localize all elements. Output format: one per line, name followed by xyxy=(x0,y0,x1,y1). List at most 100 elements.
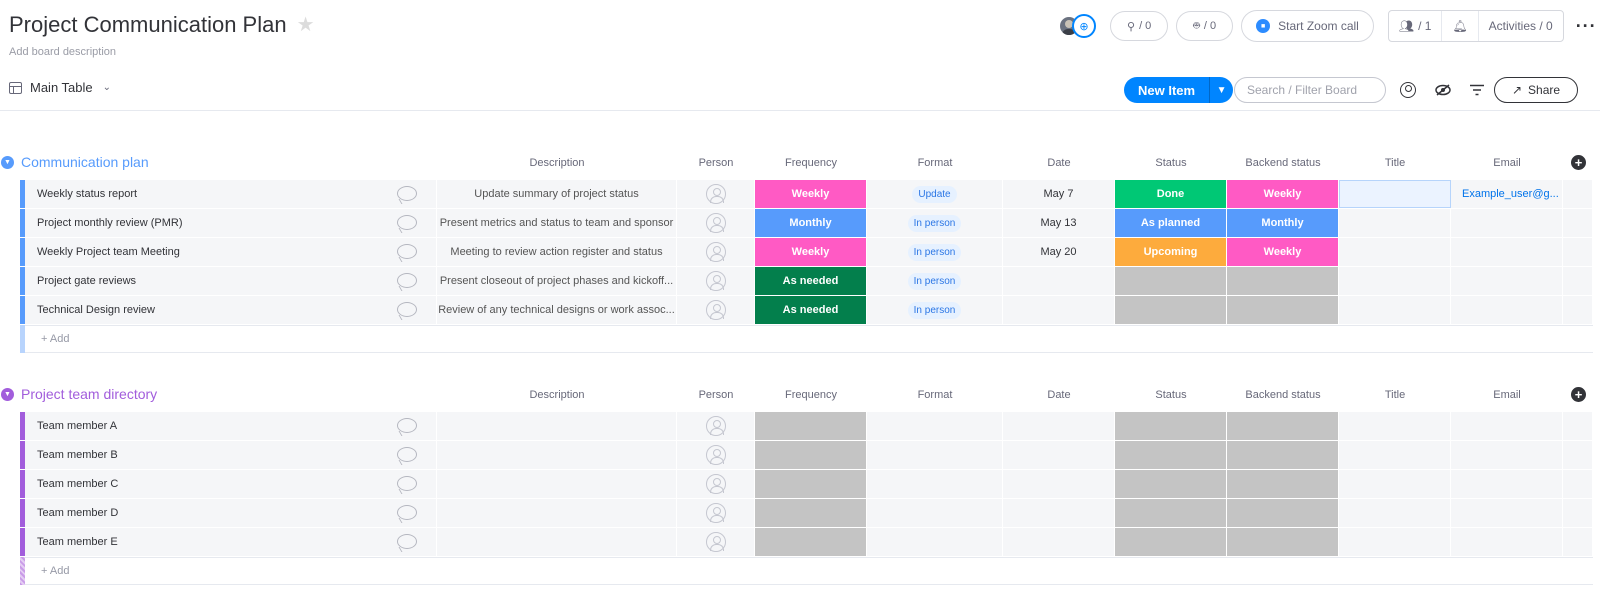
add-item-row[interactable]: + Add xyxy=(0,557,1600,585)
share-button[interactable]: ↗ Share xyxy=(1494,77,1578,103)
backend-status-cell[interactable] xyxy=(1227,296,1339,324)
format-cell[interactable]: In person xyxy=(867,209,1003,237)
format-cell[interactable]: Update xyxy=(867,180,1003,208)
frequency-cell[interactable] xyxy=(755,470,867,498)
status-cell[interactable]: Done xyxy=(1115,180,1227,208)
frequency-cell[interactable] xyxy=(755,528,867,556)
status-cell[interactable] xyxy=(1115,441,1227,469)
title-cell[interactable] xyxy=(1339,296,1451,324)
title-cell[interactable] xyxy=(1339,209,1451,237)
item-name-cell[interactable]: Project gate reviews xyxy=(25,267,437,295)
format-cell[interactable] xyxy=(867,499,1003,527)
column-header-backend-status[interactable]: Backend status xyxy=(1227,157,1339,169)
backend-status-cell[interactable] xyxy=(1227,412,1339,440)
collapse-group-icon[interactable]: ▼ xyxy=(1,388,14,401)
automations-button[interactable]: 🤖︎ / 0 xyxy=(1176,11,1234,41)
item-name-cell[interactable]: Team member D xyxy=(25,499,437,527)
item-name[interactable]: Team member C xyxy=(37,478,118,490)
item-name-cell[interactable]: Team member B xyxy=(25,441,437,469)
item-name[interactable]: Project monthly review (PMR) xyxy=(37,217,182,229)
backend-status-cell[interactable] xyxy=(1227,441,1339,469)
format-cell[interactable]: In person xyxy=(867,267,1003,295)
backend-status-cell[interactable]: Monthly xyxy=(1227,209,1339,237)
column-header-format[interactable]: Format xyxy=(867,157,1003,169)
format-cell[interactable]: In person xyxy=(867,296,1003,324)
collapse-group-icon[interactable]: ▼ xyxy=(1,156,14,169)
add-item-label[interactable]: + Add xyxy=(25,325,1593,353)
backend-status-cell[interactable] xyxy=(1227,470,1339,498)
status-cell[interactable]: As planned xyxy=(1115,209,1227,237)
board-members[interactable]: ⊕ xyxy=(1058,13,1100,39)
view-tab-main-table[interactable]: Main Table ⌄ xyxy=(9,80,111,95)
item-name-cell[interactable]: Team member E xyxy=(25,528,437,556)
column-header-description[interactable]: Description xyxy=(437,389,677,401)
title-cell[interactable] xyxy=(1339,412,1451,440)
status-cell[interactable] xyxy=(1115,267,1227,295)
email-cell[interactable] xyxy=(1451,238,1563,266)
backend-status-cell[interactable]: Weekly xyxy=(1227,238,1339,266)
email-link[interactable]: Example_user@g... xyxy=(1462,188,1559,200)
email-cell[interactable] xyxy=(1451,296,1563,324)
table-row[interactable]: Weekly Project team Meeting Meeting to re… xyxy=(0,238,1600,267)
item-name-cell[interactable]: Weekly Project team Meeting xyxy=(25,238,437,266)
person-placeholder-icon[interactable] xyxy=(705,532,726,552)
status-cell[interactable] xyxy=(1115,412,1227,440)
person-cell[interactable] xyxy=(677,470,755,498)
item-name[interactable]: Team member D xyxy=(37,507,118,519)
table-row[interactable]: Weekly status report Update summary of pr… xyxy=(0,180,1600,209)
column-header-date[interactable]: Date xyxy=(1003,389,1115,401)
column-header-person[interactable]: Person xyxy=(677,389,755,401)
email-cell[interactable] xyxy=(1451,470,1563,498)
email-cell[interactable] xyxy=(1451,441,1563,469)
title-cell[interactable] xyxy=(1339,470,1451,498)
column-header-format[interactable]: Format xyxy=(867,389,1003,401)
person-placeholder-icon[interactable] xyxy=(705,445,726,465)
members-button[interactable]: 👥︎ / 1 xyxy=(1389,11,1442,41)
status-cell[interactable] xyxy=(1115,499,1227,527)
comment-icon[interactable] xyxy=(397,273,417,288)
table-row[interactable]: Technical Design review Review of any tec… xyxy=(0,296,1600,325)
status-cell[interactable] xyxy=(1115,296,1227,324)
item-name[interactable]: Project gate reviews xyxy=(37,275,136,287)
column-header-person[interactable]: Person xyxy=(677,157,755,169)
person-placeholder-icon[interactable] xyxy=(705,474,726,494)
title-cell[interactable] xyxy=(1339,267,1451,295)
frequency-cell[interactable] xyxy=(755,412,867,440)
comment-icon[interactable] xyxy=(397,534,417,549)
person-placeholder-icon[interactable] xyxy=(705,242,726,262)
backend-status-cell[interactable] xyxy=(1227,267,1339,295)
comment-icon[interactable] xyxy=(397,186,417,201)
description-cell[interactable]: Meeting to review action register and st… xyxy=(437,238,677,266)
format-cell[interactable] xyxy=(867,528,1003,556)
table-row[interactable]: Project monthly review (PMR) Present metr… xyxy=(0,209,1600,238)
item-name[interactable]: Weekly status report xyxy=(37,188,137,200)
column-header-status[interactable]: Status xyxy=(1115,157,1227,169)
table-row[interactable]: Team member E xyxy=(0,528,1600,557)
title-cell[interactable] xyxy=(1339,528,1451,556)
person-cell[interactable] xyxy=(677,528,755,556)
comment-icon[interactable] xyxy=(397,418,417,433)
item-name-cell[interactable]: Project monthly review (PMR) xyxy=(25,209,437,237)
new-item-button[interactable]: New Item ▼ xyxy=(1124,77,1234,103)
column-header-email[interactable]: Email xyxy=(1451,157,1563,169)
person-placeholder-icon[interactable] xyxy=(705,416,726,436)
item-name[interactable]: Weekly Project team Meeting xyxy=(37,246,180,258)
description-cell[interactable] xyxy=(437,441,677,469)
table-row[interactable]: Team member A xyxy=(0,412,1600,441)
item-name-cell[interactable]: Team member C xyxy=(25,470,437,498)
format-cell[interactable] xyxy=(867,412,1003,440)
email-cell[interactable] xyxy=(1451,267,1563,295)
title-cell[interactable] xyxy=(1339,180,1451,208)
item-name-cell[interactable]: Weekly status report xyxy=(25,180,437,208)
person-placeholder-icon[interactable] xyxy=(705,184,726,204)
table-row[interactable]: Team member C xyxy=(0,470,1600,499)
comment-icon[interactable] xyxy=(397,244,417,259)
table-row[interactable]: Team member B xyxy=(0,441,1600,470)
board-title[interactable]: Project Communication Plan ★ xyxy=(9,12,315,38)
filter-icon[interactable] xyxy=(1467,80,1487,100)
frequency-cell[interactable] xyxy=(755,499,867,527)
description-cell[interactable]: Review of any technical designs or work … xyxy=(437,296,677,324)
start-zoom-call-button[interactable]: ■ Start Zoom call xyxy=(1241,10,1374,42)
comment-icon[interactable] xyxy=(397,476,417,491)
column-header-frequency[interactable]: Frequency xyxy=(755,389,867,401)
